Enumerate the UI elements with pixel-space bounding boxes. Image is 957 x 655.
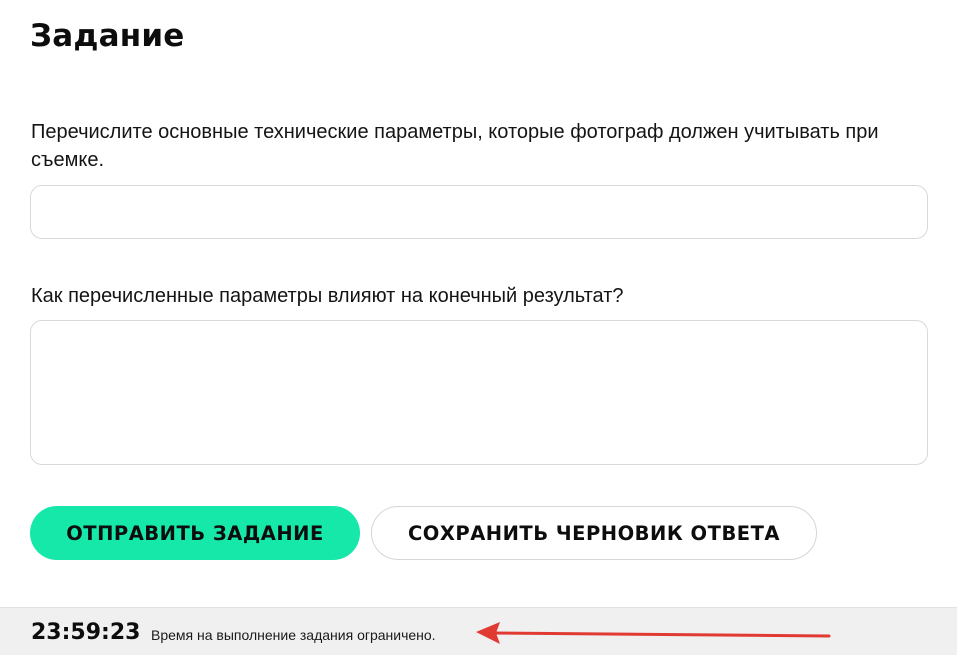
question-1-label: Перечислите основные технические парамет…	[31, 121, 879, 171]
question-2-label: Как перечисленные параметры влияют на ко…	[31, 285, 624, 307]
save-draft-button[interactable]: СОХРАНИТЬ ЧЕРНОВИК ОТВЕТА	[371, 506, 817, 560]
arrow-left-icon	[476, 622, 831, 644]
submit-task-button[interactable]: ОТПРАВИТЬ ЗАДАНИЕ	[30, 506, 360, 560]
answer-1-input[interactable]	[30, 185, 928, 239]
time-limit-note: Время на выполнение задания ограничено.	[151, 627, 436, 643]
timer-bar: 23:59:23 Время на выполнение задания огр…	[0, 607, 957, 655]
page-title: Задание	[30, 18, 185, 54]
countdown-timer: 23:59:23	[31, 620, 141, 645]
task-page: Задание Перечислите основные технические…	[0, 0, 957, 655]
answer-2-textarea[interactable]	[30, 320, 928, 465]
